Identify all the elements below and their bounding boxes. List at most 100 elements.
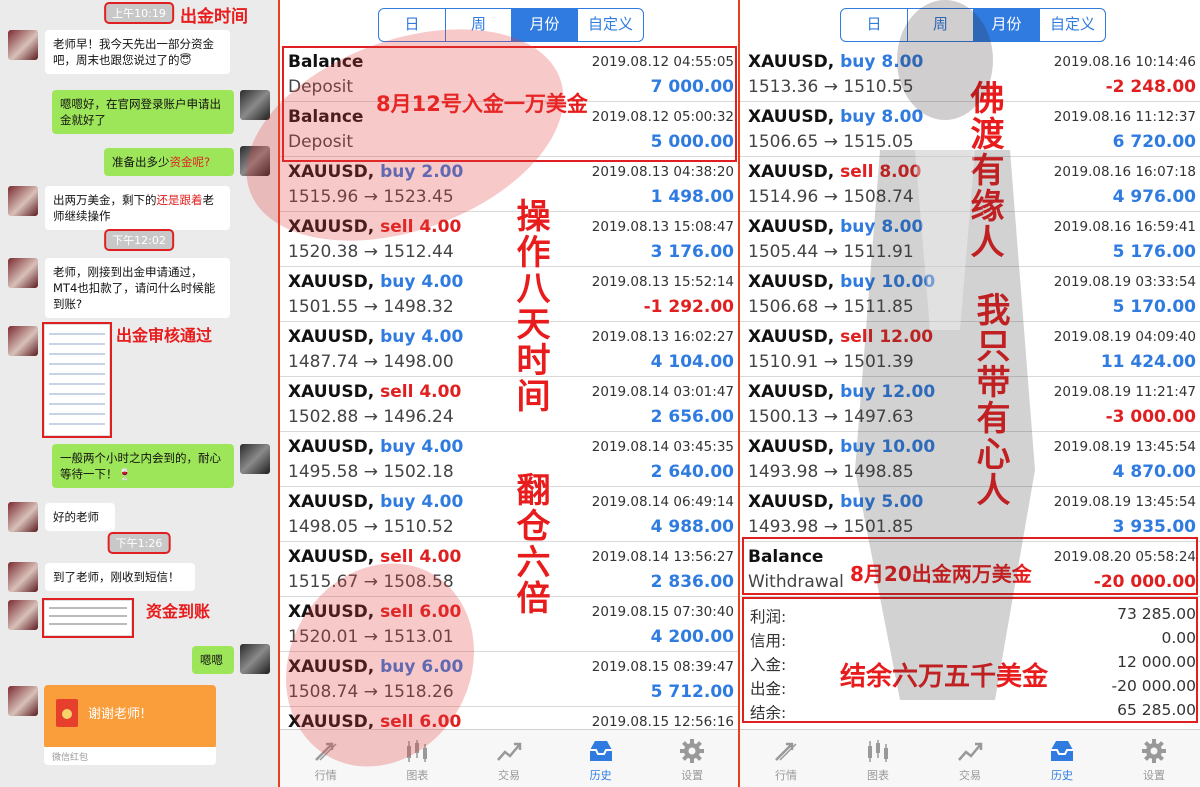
- arrows-icon: [280, 738, 372, 764]
- bottom-tab-inbox[interactable]: 历史: [555, 730, 647, 787]
- gear-icon: [1108, 738, 1200, 764]
- avatar: [8, 186, 38, 216]
- bottom-tab-arrows[interactable]: 行情: [280, 730, 372, 787]
- summary-row: 信用: 0.00: [740, 627, 1200, 651]
- avatar: [8, 502, 38, 532]
- trade-lots: 8.00: [879, 162, 922, 182]
- trade-side: buy: [840, 52, 876, 72]
- row-profit: 11 424.00: [1100, 352, 1196, 372]
- symbol: XAUUSD,: [288, 327, 375, 347]
- row-title: XAUUSD, sell 4.00: [288, 382, 461, 402]
- avatar: [8, 600, 38, 630]
- candlestick-icon: [832, 738, 924, 764]
- chat-time: 下午12:02: [104, 229, 174, 251]
- gear-icon: [646, 738, 738, 764]
- row-time: 2019.08.14 03:45:35: [591, 439, 734, 455]
- summary-label: 出金:: [750, 680, 787, 698]
- row-subtitle: 1520.38 → 1512.44: [288, 242, 454, 262]
- row-title: XAUUSD, buy 10.00: [748, 437, 935, 457]
- red-packet-icon: [56, 699, 78, 727]
- row-time: 2019.08.13 04:38:20: [591, 164, 734, 180]
- screenshot-thumbnail[interactable]: [42, 322, 112, 438]
- row-subtitle: 1513.36 → 1510.55: [748, 77, 914, 97]
- trade-lots: 2.00: [421, 162, 464, 182]
- trade-lots: 4.00: [419, 382, 462, 402]
- bottom-tab-gear[interactable]: 设置: [646, 730, 738, 787]
- bottom-tab-candlestick[interactable]: 图表: [372, 730, 464, 787]
- chat-time: 下午1:26: [107, 532, 171, 554]
- row-subtitle: 1506.65 → 1515.05: [748, 132, 914, 152]
- trade-side: buy: [840, 437, 876, 457]
- row-profit: 5 176.00: [1112, 242, 1196, 262]
- tab-custom[interactable]: 自定义: [577, 9, 643, 41]
- symbol: Balance: [288, 107, 364, 127]
- tab-custom[interactable]: 自定义: [1039, 9, 1105, 41]
- bottom-tab-inbox[interactable]: 历史: [1016, 730, 1108, 787]
- row-profit: 4 104.00: [650, 352, 734, 372]
- annotation-review-passed: 出金审核通过: [116, 326, 213, 345]
- row-profit: 7 000.00: [650, 77, 734, 97]
- avatar: [8, 686, 38, 716]
- annotation-deposit: 8月12号入金一万美金: [376, 92, 588, 116]
- row-title: XAUUSD, sell 8.00: [748, 162, 921, 182]
- avatar: [240, 444, 270, 474]
- symbol: XAUUSD,: [748, 107, 835, 127]
- symbol: XAUUSD,: [288, 272, 375, 292]
- trade-row[interactable]: XAUUSD, buy 6.00 1508.74 → 1518.26 2019.08…: [280, 652, 738, 707]
- symbol: XAUUSD,: [288, 657, 375, 677]
- row-subtitle: 1510.91 → 1501.39: [748, 352, 914, 372]
- tab-week[interactable]: 周: [907, 9, 973, 41]
- summary-label: 信用:: [750, 632, 787, 650]
- row-time: 2019.08.13 15:08:47: [591, 219, 734, 235]
- red-packet[interactable]: 谢谢老师! 微信红包: [44, 685, 216, 765]
- row-title: XAUUSD, sell 12.00: [748, 327, 933, 347]
- trade-side: buy: [380, 162, 416, 182]
- row-time: 2019.08.16 10:14:46: [1053, 54, 1196, 70]
- bottom-tab-trend[interactable]: 交易: [924, 730, 1016, 787]
- row-time: 2019.08.19 13:45:54: [1053, 494, 1196, 510]
- row-profit: 1 498.00: [650, 187, 734, 207]
- row-subtitle: Deposit: [288, 77, 353, 97]
- trade-lots: 12.00: [881, 382, 936, 402]
- sms-screenshot-thumbnail[interactable]: [42, 598, 134, 638]
- bottom-tab-candlestick[interactable]: 图表: [832, 730, 924, 787]
- row-subtitle: 1520.01 → 1513.01: [288, 627, 454, 647]
- symbol: XAUUSD,: [748, 382, 835, 402]
- row-title: XAUUSD, buy 4.00: [288, 437, 463, 457]
- tab-week[interactable]: 周: [445, 9, 511, 41]
- summary-value: 12 000.00: [1117, 653, 1196, 671]
- row-time: 2019.08.15 12:56:16: [591, 714, 734, 730]
- row-profit: -1 292.00: [643, 297, 734, 317]
- bottom-tab-trend[interactable]: 交易: [463, 730, 555, 787]
- chat-message: 到了老师，刚收到短信！: [45, 563, 195, 591]
- symbol: XAUUSD,: [748, 162, 835, 182]
- symbol: XAUUSD,: [748, 437, 835, 457]
- row-time: 2019.08.19 13:45:54: [1053, 439, 1196, 455]
- trade-lots: 4.00: [421, 272, 464, 292]
- summary-value: 65 285.00: [1117, 701, 1196, 719]
- tab-label: 交易: [959, 769, 981, 782]
- avatar: [8, 30, 38, 60]
- bottom-tab-bar: 行情 图表 交易 历史 设置: [280, 729, 738, 787]
- trade-lots: 4.00: [421, 327, 464, 347]
- bottom-tab-arrows[interactable]: 行情: [740, 730, 832, 787]
- candlestick-icon: [372, 738, 464, 764]
- tab-day[interactable]: 日: [379, 9, 445, 41]
- symbol: XAUUSD,: [288, 437, 375, 457]
- tab-month[interactable]: 月份: [511, 9, 577, 41]
- chat-message: 嗯嗯: [192, 646, 234, 674]
- trade-side: buy: [840, 492, 876, 512]
- trend-icon: [924, 738, 1016, 764]
- tab-day[interactable]: 日: [841, 9, 907, 41]
- bottom-tab-gear[interactable]: 设置: [1108, 730, 1200, 787]
- row-time: 2019.08.13 16:02:27: [591, 329, 734, 345]
- symbol: XAUUSD,: [748, 272, 835, 292]
- row-subtitle: 1493.98 → 1501.85: [748, 517, 914, 537]
- row-title: XAUUSD, buy 2.00: [288, 162, 463, 182]
- tab-label: 历史: [589, 769, 612, 782]
- row-subtitle: 1514.96 → 1508.74: [748, 187, 914, 207]
- tab-month[interactable]: 月份: [973, 9, 1039, 41]
- row-title: XAUUSD, sell 4.00: [288, 547, 461, 567]
- row-subtitle: 1508.74 → 1518.26: [288, 682, 454, 702]
- row-profit: 2 836.00: [650, 572, 734, 592]
